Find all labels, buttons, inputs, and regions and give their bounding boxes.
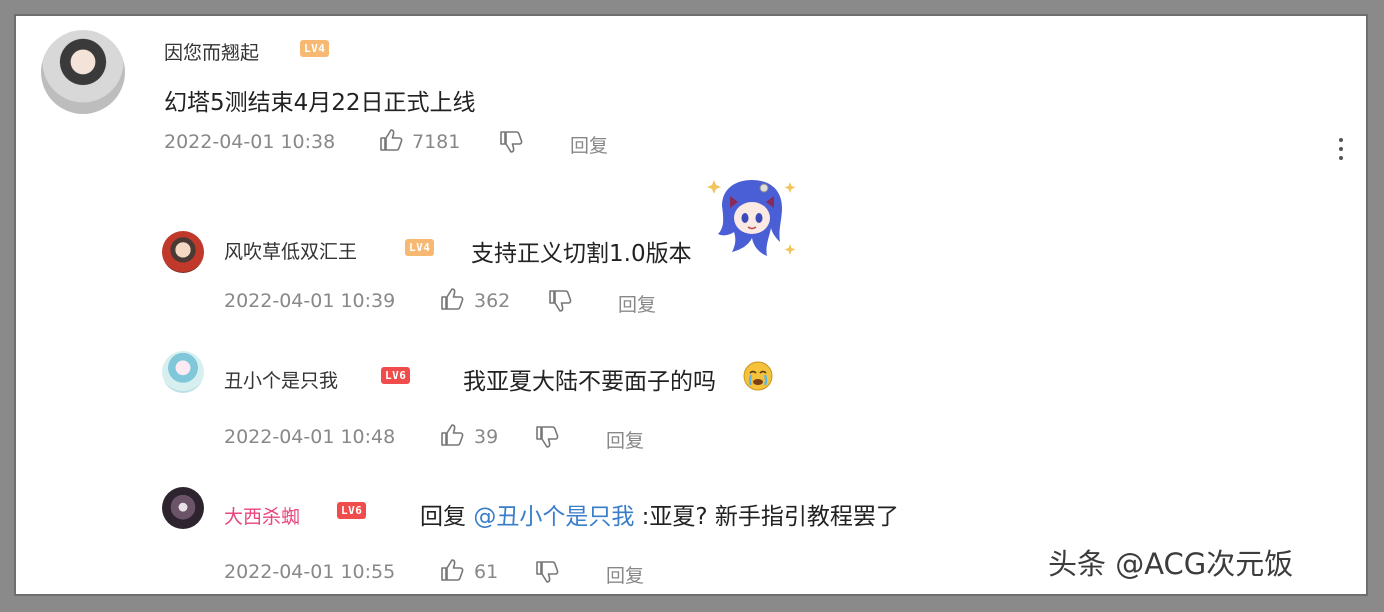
more-icon[interactable]: [1338, 138, 1344, 165]
comment-timestamp: 2022-04-01 10:55: [224, 561, 396, 583]
thumbs-down-icon[interactable]: [534, 560, 560, 584]
comment-text: 幻塔5测结束4月22日正式上线: [164, 90, 476, 116]
level-badge: LV6: [381, 367, 411, 384]
thumbs-up-icon[interactable]: [378, 128, 404, 152]
like-count: 61: [474, 561, 499, 583]
comment-timestamp: 2022-04-01 10:38: [164, 131, 336, 153]
like-count: 362: [474, 290, 511, 312]
thumbs-up-icon[interactable]: [439, 558, 465, 582]
watermark: 头条 @ACG次元饭: [1048, 547, 1294, 581]
thumbs-down-icon[interactable]: [547, 289, 573, 313]
reply-prefix: 回复: [420, 504, 466, 530]
mention-link[interactable]: @丑小个是只我: [473, 504, 634, 530]
like-count: 39: [474, 426, 499, 448]
comment-timestamp: 2022-04-01 10:48: [224, 426, 396, 448]
level-badge: LV4: [300, 40, 330, 57]
thumbs-down-icon[interactable]: [534, 425, 560, 449]
level-badge: LV6: [337, 502, 367, 519]
reply-body: :亚夏? 新手指引教程罢了: [641, 504, 899, 530]
username[interactable]: 丑小个是只我: [224, 366, 338, 393]
username[interactable]: 大西杀蜘: [224, 502, 300, 529]
comment-text: 回复 @丑小个是只我 :亚夏? 新手指引教程罢了: [420, 497, 899, 531]
like-count: 7181: [412, 131, 461, 153]
thumbs-up-icon[interactable]: [439, 423, 465, 447]
anime-sticker-icon: [707, 180, 796, 256]
reply-button[interactable]: 回复: [570, 131, 608, 158]
comment-panel: 因您而翘起 LV4 幻塔5测结束4月22日正式上线 2022-04-01 10:…: [14, 14, 1368, 596]
comment-timestamp: 2022-04-01 10:39: [224, 290, 396, 312]
comment-text: 我亚夏大陆不要面子的吗: [463, 369, 716, 395]
username[interactable]: 风吹草低双汇王: [224, 237, 357, 264]
reply-button[interactable]: 回复: [606, 561, 644, 588]
level-badge: LV4: [405, 239, 435, 256]
avatar[interactable]: [162, 351, 204, 393]
avatar[interactable]: [41, 30, 125, 114]
thumbs-down-icon[interactable]: [498, 130, 524, 154]
username[interactable]: 因您而翘起: [164, 38, 259, 65]
thumbs-up-icon[interactable]: [439, 287, 465, 311]
avatar[interactable]: [162, 487, 204, 529]
avatar[interactable]: [162, 231, 204, 273]
comment-text: 支持正义切割1.0版本: [471, 241, 692, 267]
reply-button[interactable]: 回复: [618, 290, 656, 317]
cry-emoji-icon: [743, 361, 773, 391]
reply-button[interactable]: 回复: [606, 426, 644, 453]
